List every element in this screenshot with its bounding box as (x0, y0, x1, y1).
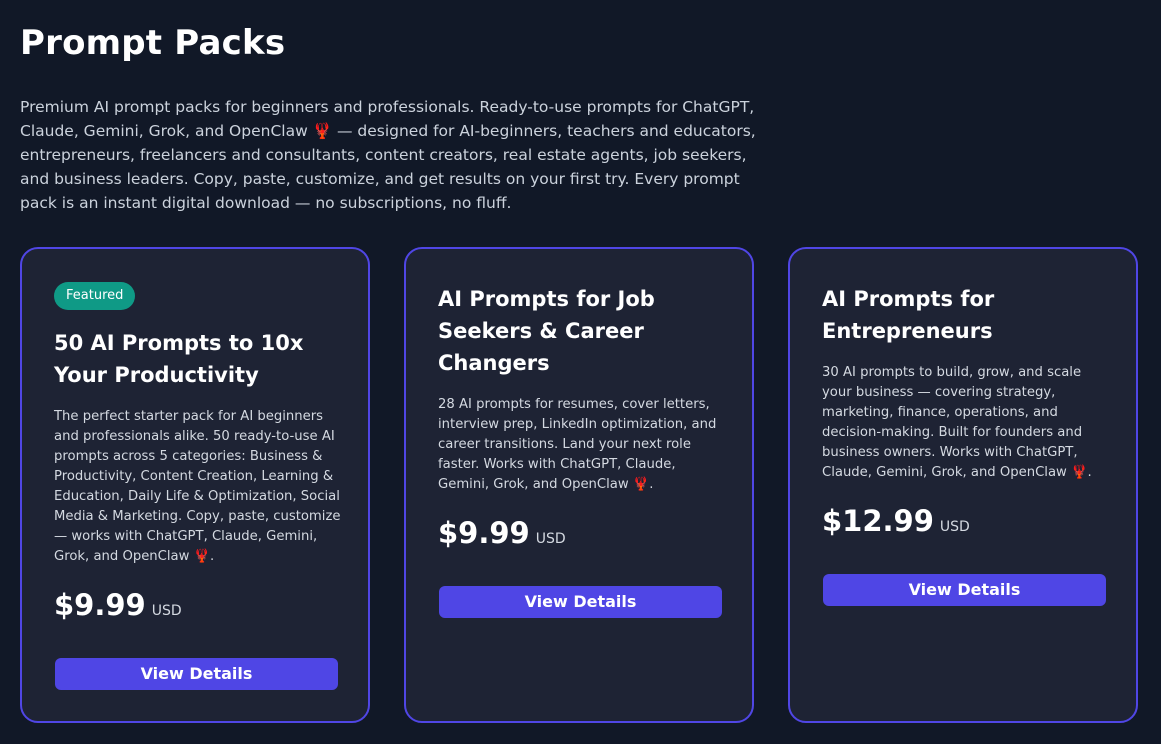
product-card-job-seekers: AI Prompts for Job Seekers & Career Chan… (404, 247, 754, 723)
view-details-button[interactable]: View Details (823, 574, 1106, 606)
lobster-icon: 🦞 (312, 122, 333, 140)
price-row: $12.99 USD (822, 504, 970, 538)
product-description: The perfect starter pack for AI beginner… (54, 407, 344, 567)
price-currency: USD (151, 603, 182, 619)
product-price: $9.99 (54, 588, 146, 622)
price-currency: USD (535, 531, 566, 547)
product-description-end: . (649, 477, 654, 492)
product-description-end: . (1087, 465, 1092, 480)
product-description-text: 28 AI prompts for resumes, cover letters… (438, 397, 717, 492)
product-title: AI Prompts for Entrepreneurs (822, 287, 995, 343)
lobster-icon: 🦞 (193, 549, 211, 564)
lobster-icon: 🦞 (1071, 465, 1088, 480)
product-title: 50 AI Prompts to 10x Your Productivity (54, 331, 304, 387)
product-description: 28 AI prompts for resumes, cover letters… (438, 395, 728, 495)
product-description: 30 AI prompts to build, grow, and scale … (822, 363, 1112, 483)
lobster-icon: 🦞 (632, 477, 650, 492)
product-card-entrepreneurs: AI Prompts for Entrepreneurs 30 AI promp… (788, 247, 1138, 723)
view-details-button[interactable]: View Details (439, 586, 722, 618)
product-description-text: 30 AI prompts to build, grow, and scale … (822, 365, 1083, 480)
product-title: AI Prompts for Job Seekers & Career Chan… (438, 287, 655, 375)
product-price: $9.99 (438, 516, 530, 550)
product-price: $12.99 (822, 504, 934, 538)
price-row: $9.99 USD (54, 588, 182, 622)
view-details-button[interactable]: View Details (55, 658, 338, 690)
product-description-end: . (210, 549, 215, 564)
page-title: Prompt Packs (20, 23, 286, 63)
page-intro: Premium AI prompt packs for beginners an… (20, 95, 780, 215)
product-card-productivity: Featured 50 AI Prompts to 10x Your Produ… (20, 247, 370, 723)
price-currency: USD (939, 519, 970, 535)
featured-badge: Featured (54, 282, 136, 310)
product-description-text: The perfect starter pack for AI beginner… (54, 409, 341, 564)
price-row: $9.99 USD (438, 516, 566, 550)
